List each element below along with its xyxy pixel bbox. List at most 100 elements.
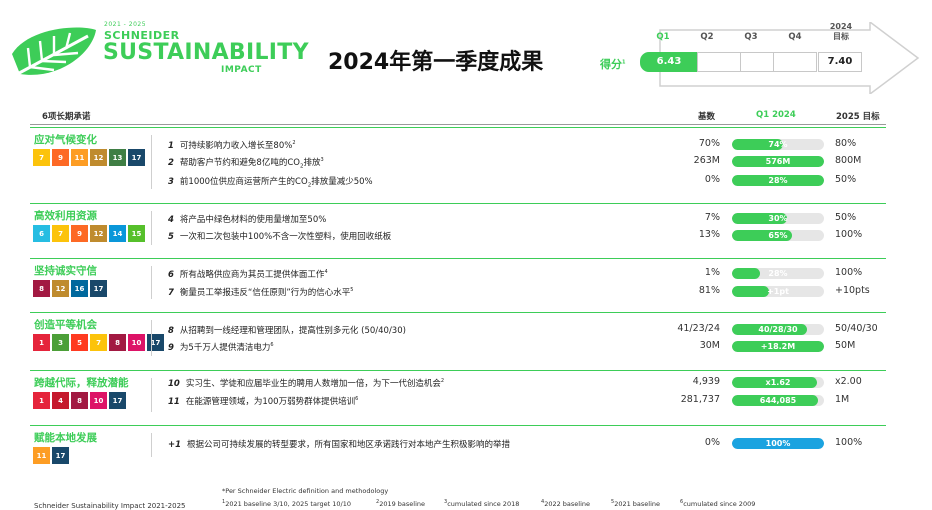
- progress-value: 644,085: [759, 396, 797, 405]
- score-target-value: 7.40: [818, 52, 862, 72]
- target-word: 目标: [833, 32, 849, 41]
- score-q2-cell: [697, 52, 741, 72]
- footnote-text: 2019 baseline: [379, 500, 426, 509]
- progress-bar: +18.2M: [732, 341, 824, 352]
- leaf-icon: [9, 27, 96, 80]
- sdg-icons: 1 3 5 7 8 10 17: [33, 334, 164, 352]
- target-value: x2.00: [835, 376, 862, 387]
- commitment-number: 11: [168, 397, 180, 407]
- baseline-value: 70%: [698, 138, 720, 149]
- commitment-text: 2 帮助客户节约和避免8亿吨的CO2排放3: [168, 156, 324, 170]
- logo-years: 2021 - 2025: [104, 21, 147, 28]
- page-title: 2024年第一季度成果: [328, 50, 544, 75]
- target-value: 50/40/30: [835, 323, 878, 334]
- section-vertical-divider: [151, 211, 152, 245]
- flower-icon: 17: [52, 447, 69, 464]
- target-2024-label: 2024 目标: [818, 22, 864, 42]
- progress-value: +1pt: [767, 287, 789, 296]
- footnote-item: 12021 baseline 3/10, 2025 target 10/10: [222, 499, 351, 508]
- section-vertical-divider: [151, 433, 152, 457]
- commitment-text: +1 根据公司可持续发展的转型要求，所有国家和地区承诺践行对本地产生积极影响的举措: [168, 438, 510, 450]
- target-value: 100%: [835, 437, 863, 448]
- commitment-text: 10 实习生、学徒和应届毕业生的聘用人数增加一倍，为下一代创造机会2: [168, 377, 444, 389]
- flower-icon: 17: [128, 149, 145, 166]
- progress-bar: 74%: [732, 139, 824, 150]
- sdg-icons: 11 17: [33, 447, 69, 465]
- footnote-item: 3cumulated since 2018: [444, 499, 519, 508]
- footnote-item: 22019 baseline: [376, 499, 425, 508]
- section-title: 坚持诚实守信: [34, 265, 97, 277]
- footnote-definition: *Per Schneider Electric definition and m…: [222, 487, 389, 495]
- target-value: 50M: [835, 340, 856, 351]
- drop-icon: 6: [33, 225, 50, 242]
- target-value: 50%: [835, 174, 857, 185]
- baseline-value: 4,939: [692, 376, 720, 387]
- flower-icon: 17: [109, 392, 126, 409]
- target-value: +10pts: [835, 285, 870, 296]
- sdg-icons: 7 9 11 12 13 17: [33, 149, 145, 167]
- progress-bar: 100%: [732, 438, 824, 449]
- commitment-text: 1 可持续影响力收入增长至80%2: [168, 139, 296, 151]
- commitment-label: 在能源管理领域，为100万弱势群体提供培训: [185, 397, 356, 407]
- section-title: 应对气候变化: [34, 134, 97, 146]
- sdg-icons: 6 7 9 12 14 15: [33, 225, 145, 243]
- commitment-footnote: 6: [270, 342, 274, 349]
- target-value: 100%: [835, 267, 863, 278]
- progress-bar: 28%: [732, 175, 824, 186]
- commitment-text: 8 从招聘到一线经理和管理团队，提高性别多元化 (50/40/30): [168, 324, 406, 336]
- sun-icon: 7: [90, 334, 107, 351]
- section-divider: [30, 370, 886, 371]
- footnote-item: 6cumulated since 2009: [680, 499, 755, 508]
- commitment-number: 3: [168, 177, 174, 187]
- fish-icon: 14: [109, 225, 126, 242]
- q4-label: Q4: [788, 32, 802, 42]
- progress-value: +18.2M: [760, 342, 796, 351]
- section-title: 创造平等机会: [34, 319, 97, 331]
- commitment-label: 实习生、学徒和应届毕业生的聘用人数增加一倍，为下一代创造机会: [185, 379, 441, 389]
- section-title: 赋能本地发展: [34, 432, 97, 444]
- commitment-label: 所有战略供应商为其员工提供体面工作: [179, 270, 325, 280]
- commitment-text: 6 所有战略供应商为其员工提供体面工作4: [168, 268, 328, 280]
- commitment-text: 5 一次和二次包装中100%不含一次性塑料，使用回收纸板: [168, 230, 391, 242]
- flower-icon: 17: [147, 334, 164, 351]
- progress-bar: +1pt: [732, 286, 824, 297]
- section-divider: [30, 425, 886, 426]
- footnote-item: 42022 baseline: [541, 499, 590, 508]
- commitment-label: 为5千万人提供清洁电力: [179, 343, 271, 353]
- progress-value: 74%: [768, 140, 788, 149]
- commitment-number: +1: [168, 440, 182, 450]
- logo: 2021 - 2025 SCHNEIDER SUSTAINABILITY IMP…: [8, 20, 309, 82]
- chart-icon: 8: [109, 334, 126, 351]
- cube-icon: 9: [71, 225, 88, 242]
- baseline-value: 1%: [704, 267, 720, 278]
- baseline-value: 0%: [704, 437, 720, 448]
- header-target: 2025 目标: [836, 112, 880, 122]
- footnote-text: 2022 baseline: [544, 500, 591, 509]
- gender-icon: 5: [71, 334, 88, 351]
- people-icon: 1: [33, 392, 50, 409]
- baseline-value: 30M: [699, 340, 720, 351]
- score-label: 得分1: [600, 56, 625, 72]
- section-title: 高效利用资源: [34, 210, 97, 222]
- progress-value: 576M: [765, 157, 791, 166]
- infinity-icon: 12: [52, 280, 69, 297]
- people-icon: 1: [33, 334, 50, 351]
- commitment-number: 6: [168, 270, 174, 280]
- section-divider: [30, 312, 886, 313]
- header-baseline: 基数: [698, 112, 716, 122]
- score-label-text: 得分: [600, 58, 622, 71]
- footnote-item: 52021 baseline: [611, 499, 660, 508]
- book-icon: 4: [52, 392, 69, 409]
- q1-label: Q1: [656, 32, 670, 42]
- commitment-text: 11 在能源管理领域，为100万弱势群体提供培训6: [168, 395, 358, 407]
- section-title: 跨越代际，释放潜能: [34, 377, 129, 389]
- target-value: 80%: [835, 138, 857, 149]
- progress-bar: 30%: [732, 213, 824, 224]
- commitment-number: 2: [168, 158, 174, 168]
- progress-bar: 28%: [732, 268, 824, 279]
- infinity-icon: 12: [90, 149, 107, 166]
- progress-value: x1.62: [765, 378, 791, 387]
- q3-label: Q3: [744, 32, 758, 42]
- commitment-label: 将产品中绿色材料的使用量增加至50%: [179, 215, 327, 225]
- dove-icon: 16: [71, 280, 88, 297]
